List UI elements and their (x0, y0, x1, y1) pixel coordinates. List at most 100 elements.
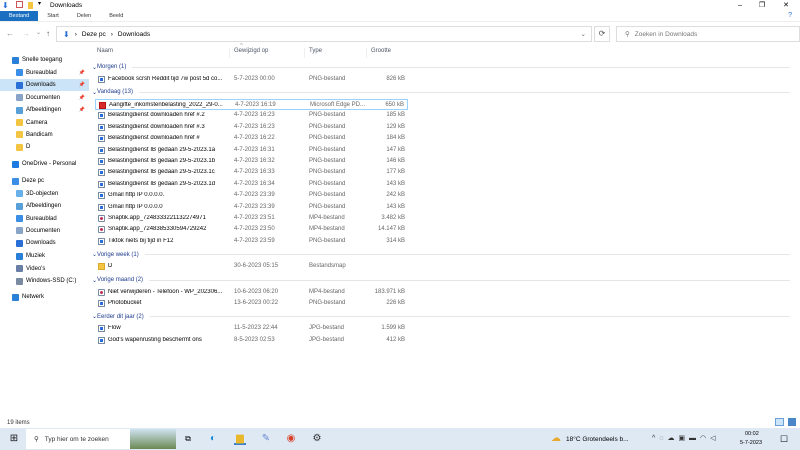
address-dropdown-icon[interactable]: ⌄ (581, 30, 586, 38)
file-row[interactable]: Belastingdienst IB gedaan 29-5-2023.1b 4-… (95, 156, 408, 167)
clock-time[interactable]: 00:02 (745, 431, 759, 437)
group-header[interactable]: ⌄ Vorige week (1) (90, 249, 790, 261)
sidebar-item[interactable]: OneDrive - Personal (0, 158, 89, 170)
pin-icon[interactable]: 📌 (79, 70, 85, 76)
edge-icon[interactable]: ◐ (207, 433, 219, 445)
file-row[interactable]: D 30-6-2023 05:15 Bestandsmap (95, 261, 408, 272)
group-header[interactable]: ⌄ Vandaag (13) (90, 86, 790, 98)
sidebar-item[interactable]: Windows-SSD (C:) (0, 275, 89, 287)
settings-gear-icon[interactable]: ⚙ (311, 433, 323, 445)
chrome-icon[interactable]: ◉ (285, 433, 297, 445)
sidebar-item[interactable]: Bureaublad (0, 213, 89, 225)
file-type: Microsoft Edge PD... (310, 101, 366, 108)
sidebar-item[interactable]: Muziek (0, 250, 89, 262)
back-button[interactable]: ← (6, 29, 14, 38)
sidebar-item[interactable]: Bureaublad 📌 (0, 67, 89, 79)
task-view-icon[interactable]: ⧉ (182, 433, 194, 445)
sidebar-item[interactable]: Deze pc (0, 175, 89, 187)
column-header-date[interactable]: Gewijzigd op (229, 48, 268, 58)
sidebar-item[interactable]: Afbeeldingen 📌 (0, 104, 89, 116)
breadcrumb-downloads[interactable]: Downloads (118, 31, 150, 38)
tab-delen[interactable]: Delen (68, 11, 100, 21)
notification-icon[interactable]: ☐ (778, 433, 790, 445)
weather-icon[interactable]: ☁ (550, 433, 562, 445)
minimize-button[interactable]: – (730, 0, 750, 11)
file-type: MP4-bestand (309, 214, 345, 221)
file-row[interactable]: Tiktok niets bij tijd in F12 4-7-2023 23:… (95, 236, 408, 247)
file-row[interactable]: Niet verwijderen - Telefoon - WP_202306.… (95, 287, 408, 298)
up-button[interactable]: ↑ (46, 29, 50, 38)
file-row[interactable]: Gmail http IP 0.0.0.0. 4-7-2023 23:39 PNG-… (95, 190, 408, 201)
tab-bestand[interactable]: Bestand (0, 11, 39, 21)
sidebar-item[interactable]: Video's (0, 263, 89, 275)
windows-start-icon[interactable]: ⊞ (8, 433, 20, 445)
sidebar-item[interactable]: Afbeeldingen (0, 200, 89, 212)
sidebar-item[interactable]: Downloads 📌 (0, 79, 89, 91)
sidebar-item[interactable]: Documenten (0, 225, 89, 237)
group-header[interactable]: ⌄ Morgen (1) (90, 61, 790, 73)
group-header[interactable]: ⌄ Vorige maand (2) (90, 274, 790, 286)
file-name: D (108, 263, 113, 270)
sidebar-item[interactable]: Netwerk (0, 291, 89, 303)
properties-icon[interactable] (16, 1, 23, 8)
file-size: 1.599 kB (381, 325, 405, 332)
maximize-button[interactable]: ❐ (752, 0, 772, 11)
file-row[interactable]: Photobucket 13-6-2023 00:22 PNG-bestand 226… (95, 298, 408, 309)
sidebar-item[interactable]: Camera (0, 117, 89, 129)
file-row[interactable]: Facebook scrsh Reddit tijd 7w post 5d co… (95, 74, 408, 85)
sidebar-item[interactable]: 3D-objecten (0, 188, 89, 200)
column-header-name[interactable]: Naam (93, 48, 113, 58)
file-row[interactable]: Aangifte_inkomstenbelasting_2022_29-0...… (95, 98, 408, 111)
paint-icon[interactable]: ✎ (260, 433, 272, 445)
tab-beeld[interactable]: Beeld (100, 11, 132, 21)
group-header[interactable]: ⌄ Eerder dit jaar (2) (90, 311, 790, 323)
system-tray-icons[interactable]: ^◌☁▣▬◠◁ (652, 434, 720, 442)
file-row[interactable]: Snaptik.app_7248385330594729242 4-7-2023 … (95, 224, 408, 235)
recent-locations-button[interactable]: ⌄ (36, 29, 41, 36)
address-input[interactable]: ⬇ › Deze pc › Downloads ⌄ (56, 26, 592, 42)
file-row[interactable]: Belastingdienst downloaden href #.3 4-7-2… (95, 122, 408, 133)
help-icon[interactable]: ? (788, 12, 792, 19)
file-row[interactable]: Belastingdienst downloaden href #.2 4-7-2… (95, 110, 408, 121)
search-input[interactable]: ⚲ Zoeken in Downloads (616, 26, 800, 42)
file-row[interactable]: God's wapenrusting beschermt ons 8-5-2023… (95, 335, 408, 346)
file-row[interactable]: Belastingdienst downloaden href # 4-7-202… (95, 133, 408, 144)
file-row[interactable]: Snaptik.app_7248333221132274971 4-7-2023 … (95, 213, 408, 224)
large-icons-view-icon[interactable] (787, 418, 796, 426)
sidebar-item[interactable]: Snelle toegang (0, 54, 89, 66)
sidebar-item-label: Camera (26, 119, 48, 126)
pin-icon[interactable]: 📌 (79, 95, 85, 101)
pin-icon[interactable]: 📌 (79, 82, 85, 88)
taskbar-search-input[interactable]: ⚲ Typ hier om te zoeken (26, 429, 176, 449)
file-name: Facebook scrsh Reddit tijd 7w post 5d co… (108, 75, 223, 82)
file-row[interactable]: Belastingdienst IB gedaan 29-5-2023.1c 4-… (95, 167, 408, 178)
sidebar-item[interactable]: Documenten 📌 (0, 92, 89, 104)
file-size: 226 kB (386, 299, 405, 306)
desktop-icon (16, 215, 23, 222)
quick-access-dropdown-icon[interactable]: ▾ (38, 0, 41, 7)
file-row[interactable]: Gmail http IP 0.0.0.0 4-7-2023 23:39 PNG-b… (95, 202, 408, 213)
file-row[interactable]: Belastingdienst IB gedaan 29-5-2023.1d 4-… (95, 179, 408, 190)
sidebar-item[interactable]: D (0, 141, 89, 153)
file-row[interactable]: Belastingdienst IB gedaan 29-5-2023.1a 4-… (95, 145, 408, 156)
details-view-icon[interactable] (775, 418, 784, 426)
close-button[interactable]: ✕ (776, 0, 796, 11)
new-folder-icon[interactable] (28, 2, 33, 9)
sidebar-item[interactable]: Downloads (0, 237, 89, 249)
column-header-type[interactable]: Type (304, 48, 322, 58)
breadcrumb-deze-pc[interactable]: Deze pc (82, 31, 106, 38)
column-header-size[interactable]: Grootte (366, 48, 391, 58)
file-explorer-icon[interactable]: ▆ (234, 433, 246, 445)
weather-text[interactable]: 18°C Grotendeels b... (566, 436, 629, 443)
divider (132, 66, 790, 68)
clock-date[interactable]: 5-7-2023 (740, 440, 762, 446)
file-row[interactable]: Flow 11-5-2023 22:44 JPG-bestand 1.599 kB (95, 323, 408, 334)
sidebar-item[interactable]: Bandicam (0, 129, 89, 141)
pin-icon[interactable]: 📌 (79, 107, 85, 113)
file-type: PNG-bestand (309, 135, 346, 142)
folder-icon (16, 131, 23, 138)
pdf-file-icon (99, 101, 106, 109)
tab-start[interactable]: Start (38, 11, 68, 21)
forward-button[interactable]: → (22, 29, 30, 38)
refresh-button[interactable]: ⟳ (594, 26, 610, 42)
